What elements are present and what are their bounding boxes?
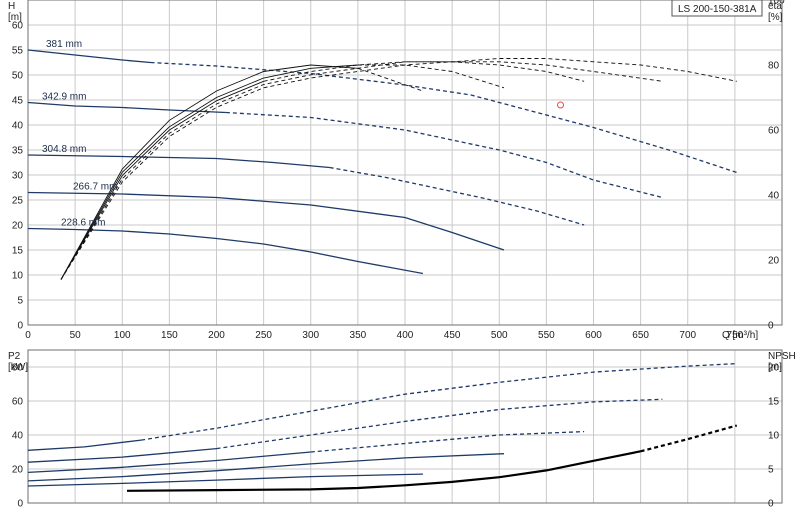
axis-title-right: eta xyxy=(768,1,782,12)
tick-label-y-left: 50 xyxy=(12,71,24,82)
curve-label: 304.8 mm xyxy=(42,144,86,155)
tick-label-y-left: 40 xyxy=(12,431,24,442)
series-line-dashed xyxy=(150,61,738,174)
chart-text-labels: 0510152025303540455055600204060801000 50 1… xyxy=(8,0,796,510)
tick-label-x: 100 xyxy=(114,330,131,341)
tick-label-y-left: 10 xyxy=(12,271,24,282)
power-panel-grid xyxy=(27,349,783,504)
tick-label-y-left: 60 xyxy=(12,397,24,408)
pump-performance-chart: 0510152025303540455055600204060801000 50 1… xyxy=(8,0,796,510)
tick-label-y-right: 15 xyxy=(768,397,780,408)
series-line-solid xyxy=(27,154,330,169)
tick-label-y-left: 55 xyxy=(12,46,24,57)
curve-label: 381 mm xyxy=(46,39,82,50)
tick-label-x: 400 xyxy=(397,330,414,341)
tick-label-y-left: 20 xyxy=(12,221,24,232)
series-line-dashed xyxy=(60,58,737,280)
tick-label-y-left: 35 xyxy=(12,146,24,157)
tick-label-y-right: 60 xyxy=(768,126,780,137)
axis-title-left: P2 xyxy=(8,351,21,362)
series-line-dashed xyxy=(60,61,663,280)
series-line-solid xyxy=(27,473,423,487)
tick-label-y-right: 40 xyxy=(768,191,780,202)
tick-label-y-right: 80 xyxy=(768,61,780,72)
tick-label-x: 50 xyxy=(70,330,82,341)
tick-label-y-left: 45 xyxy=(12,96,24,107)
tick-label-x: 650 xyxy=(632,330,649,341)
axis-title-right: [m] xyxy=(768,362,782,373)
tick-label-x: 450 xyxy=(444,330,461,341)
tick-label-x: 150 xyxy=(161,330,178,341)
series-line-dashed xyxy=(640,424,738,453)
axis-title-left: [kW] xyxy=(8,362,28,373)
tick-label-x: 0 xyxy=(25,330,31,341)
series-line-solid xyxy=(27,439,142,451)
duty-point-marker xyxy=(557,101,565,109)
head-panel-grid xyxy=(27,0,783,326)
model-label-box: LS 200-150-381A xyxy=(671,0,763,17)
tick-label-y-right: 0 xyxy=(768,499,774,510)
series-line-solid xyxy=(60,64,358,280)
series-line-dashed xyxy=(357,67,424,92)
tick-label-y-left: 40 xyxy=(12,121,24,132)
curve-label: 266.7 mm xyxy=(73,182,117,193)
tick-label-x: 600 xyxy=(585,330,602,341)
curve-label: 342.9 mm xyxy=(42,92,86,103)
tick-label-y-right: 10 xyxy=(768,431,780,442)
series-line-dashed xyxy=(216,398,663,450)
model-label: LS 200-150-381A xyxy=(678,4,757,15)
tick-label-y-left: 25 xyxy=(12,196,24,207)
tick-label-x: 500 xyxy=(491,330,508,341)
tick-label-y-left: 0 xyxy=(17,321,23,332)
tick-label-y-right: 5 xyxy=(768,465,774,476)
axis-title-right: NPSH xyxy=(768,351,796,362)
axis-title-left: H xyxy=(8,1,15,12)
tick-label-x: 200 xyxy=(208,330,225,341)
tick-label-x: 250 xyxy=(255,330,272,341)
series-line-solid xyxy=(27,49,151,64)
tick-label-y-left: 30 xyxy=(12,171,24,182)
tick-label-y-left: 20 xyxy=(12,465,24,476)
tick-label-y-left: 5 xyxy=(17,296,23,307)
series-line-solid xyxy=(60,64,358,280)
tick-label-y-right: 20 xyxy=(768,256,780,267)
series-line-dashed xyxy=(140,362,737,441)
tick-label-x: 550 xyxy=(538,330,555,341)
axis-title-right: [%] xyxy=(768,12,783,23)
tick-label-x: 700 xyxy=(679,330,696,341)
tick-label-x: 350 xyxy=(350,330,367,341)
tick-label-y-left: 15 xyxy=(12,246,24,257)
power-panel-series xyxy=(27,362,738,492)
tick-label-x: 300 xyxy=(302,330,319,341)
curve-label: 228.6 mm xyxy=(61,218,105,229)
head-panel-series xyxy=(27,49,738,280)
tick-label-y-right: 0 xyxy=(768,321,774,332)
axis-title-left: [m] xyxy=(8,12,22,23)
axis-title-x: Q [m³/h] xyxy=(722,330,758,341)
tick-label-y-left: 0 xyxy=(17,499,23,510)
